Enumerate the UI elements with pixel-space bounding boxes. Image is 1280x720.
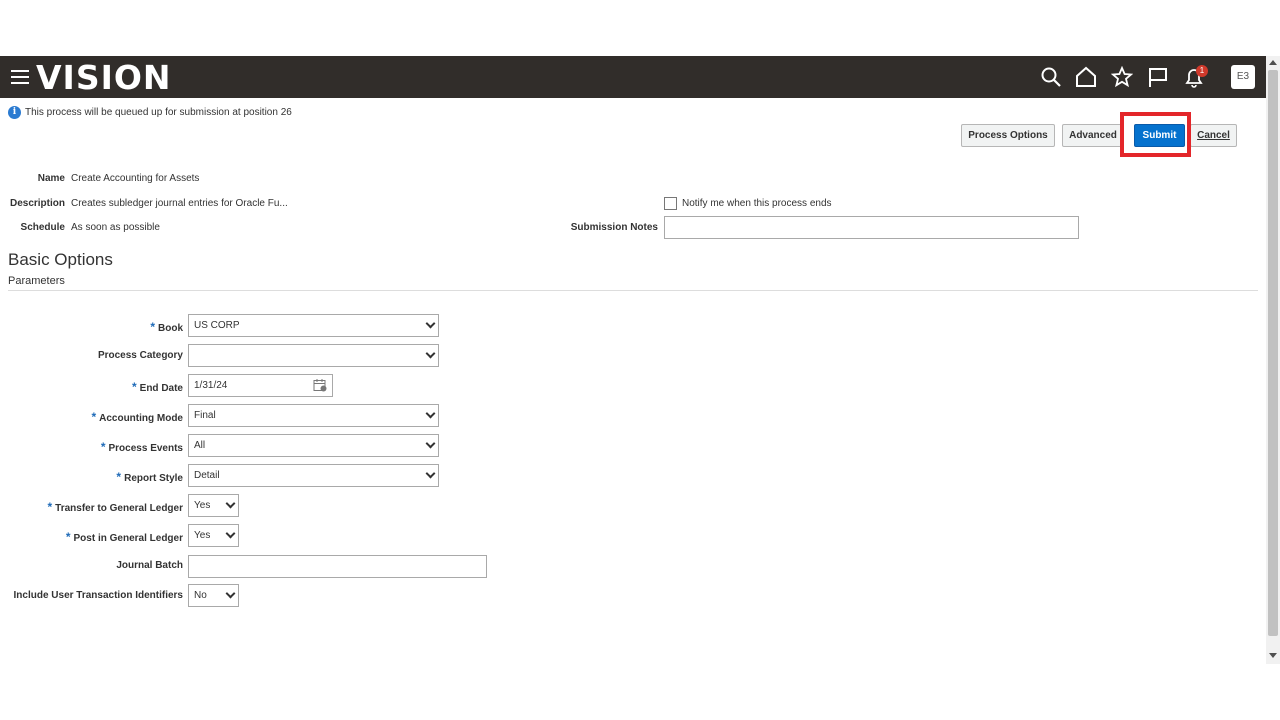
scroll-up-arrow-icon[interactable] [1269,60,1277,65]
vision-logo[interactable]: VISION [36,58,172,97]
calendar-icon[interactable] [313,378,327,392]
transfer-gl-label: * Transfer to General Ledger [47,500,184,514]
submission-notes-field[interactable] [664,216,1079,239]
post-gl-label: * Post in General Ledger [65,530,183,544]
required-marker: * [91,410,97,424]
include-uti-select[interactable]: No [188,584,239,607]
book-label: * Book [150,320,183,334]
book-select[interactable]: US CORP [188,314,439,337]
chevron-down-icon [425,468,436,479]
page-scrollbar[interactable] [1266,56,1280,664]
required-marker: * [131,380,137,394]
process-category-select[interactable] [188,344,439,367]
menu-icon[interactable] [11,70,29,84]
required-marker: * [100,440,106,454]
schedule-value: As soon as possible [71,222,160,233]
accounting-mode-select[interactable]: Final [188,404,439,427]
name-label: Name [37,173,65,184]
scroll-thumb[interactable] [1268,70,1278,636]
required-marker: * [150,320,155,334]
report-style-label: * Report Style [116,470,183,484]
end-date-label: * End Date [131,380,183,394]
post-gl-select[interactable]: Yes [188,524,239,547]
include-uti-label: Include User Transaction Identifiers [13,590,184,601]
search-icon[interactable] [1040,66,1062,88]
advanced-button[interactable]: Advanced [1062,124,1124,147]
description-label: Description [9,198,65,209]
cancel-button[interactable]: Cancel [1190,124,1237,147]
notify-checkbox[interactable] [664,197,677,210]
name-value: Create Accounting for Assets [71,173,200,184]
process-options-button[interactable]: Process Options [961,124,1055,147]
required-marker: * [47,500,53,514]
chevron-down-icon [425,408,436,419]
process-events-select[interactable]: All [188,434,439,457]
process-events-label: * Process Events [100,440,183,454]
required-marker: * [65,530,71,544]
schedule-label: Schedule [20,222,65,233]
submission-notes-label: Submission Notes [570,222,658,233]
info-message: i This process will be queued up for sub… [8,106,292,119]
section-title: Basic Options [8,250,113,269]
chevron-down-icon [225,498,236,509]
journal-batch-field[interactable] [188,555,487,578]
transfer-gl-select[interactable]: Yes [188,494,239,517]
user-avatar[interactable]: E3 [1231,65,1255,89]
scroll-down-arrow-icon[interactable] [1269,653,1277,658]
chevron-down-icon [425,318,436,329]
description-value: Creates subledger journal entries for Or… [71,198,288,209]
process-category-label: Process Category [97,350,183,361]
chevron-down-icon [425,348,436,359]
notify-label: Notify me when this process ends [682,198,832,209]
section-divider [8,290,1258,291]
accounting-mode-label: * Accounting Mode [91,410,183,424]
section-subtitle: Parameters [8,275,65,287]
home-icon[interactable] [1075,66,1097,88]
chevron-down-icon [225,588,236,599]
notification-badge: 1 [1196,65,1208,77]
star-icon[interactable] [1111,66,1133,88]
required-marker: * [116,470,122,484]
chevron-down-icon [425,438,436,449]
submit-highlight-box [1120,112,1191,157]
info-message-text: This process will be queued up for submi… [25,107,292,118]
report-style-select[interactable]: Detail [188,464,439,487]
top-blank-area [0,0,1280,56]
end-date-field[interactable]: 1/31/24 [188,374,333,397]
chevron-down-icon [225,528,236,539]
journal-batch-label: Journal Batch [116,560,183,571]
info-icon: i [8,106,21,119]
flag-icon[interactable] [1147,66,1169,88]
